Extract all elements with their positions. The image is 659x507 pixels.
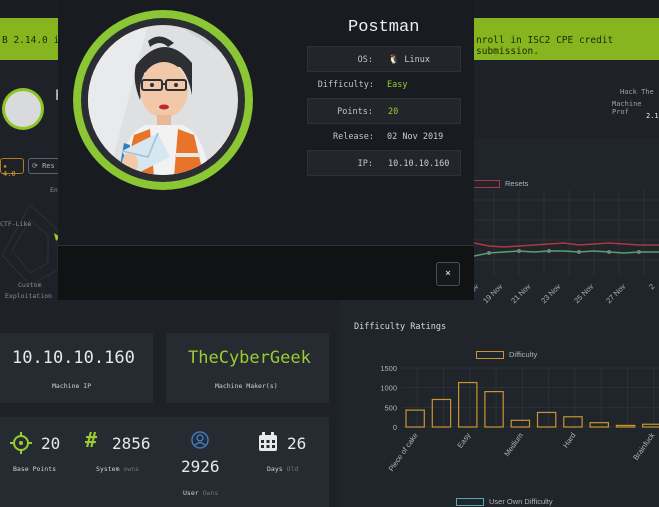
rating-badge[interactable]: ★ 4.0 bbox=[0, 158, 24, 178]
modal-title: Postman bbox=[348, 18, 420, 37]
difficulty-value: Easy bbox=[387, 80, 408, 90]
difficulty-chart-title: Difficulty Ratings bbox=[354, 322, 447, 332]
radar-label-en: En bbox=[50, 186, 58, 194]
info-row-ip: IP: 10.10.10.160 bbox=[307, 150, 461, 176]
crosshair-icon bbox=[10, 432, 32, 454]
days-old-label: Days Old bbox=[267, 465, 299, 473]
hash-icon: # bbox=[85, 428, 98, 452]
x-tick-label: Hard bbox=[561, 431, 578, 449]
close-button[interactable]: × bbox=[436, 262, 460, 286]
machine-stats-card bbox=[0, 417, 329, 507]
release-key: Release: bbox=[333, 132, 374, 142]
x-tick-label: Easy bbox=[455, 431, 472, 450]
difficulty-bar-chart: 1500 1000 500 0Piece of cake Easy Medium Hard B… bbox=[380, 364, 659, 473]
resets-line-chart bbox=[474, 190, 659, 275]
release-value: 02 Nov 2019 bbox=[387, 132, 444, 142]
info-row-os: OS: 🐧 Linux bbox=[307, 46, 461, 72]
user-icon bbox=[191, 431, 209, 449]
ip-key: IP: bbox=[357, 159, 373, 169]
difficulty-bar bbox=[536, 411, 557, 428]
difficulty-key: Difficulty: bbox=[317, 80, 374, 90]
x-tick-label: Medium bbox=[502, 431, 525, 458]
info-row-points: Points: 20 bbox=[307, 98, 461, 124]
radar-label-ctf-like: CTF-Like bbox=[0, 220, 32, 228]
machine-ip-value: 10.10.10.160 bbox=[12, 348, 135, 368]
base-points-value: 20 bbox=[41, 434, 61, 453]
reset-label: Res bbox=[42, 162, 55, 170]
banner-text-left: B 2.14.0 is bbox=[2, 35, 65, 46]
machine-avatar-small bbox=[2, 88, 44, 130]
base-points-label: Base Points bbox=[13, 465, 57, 473]
machine-avatar bbox=[73, 10, 253, 190]
reset-button[interactable]: ⟳ Res bbox=[28, 158, 60, 174]
days-old-value: 26 bbox=[287, 434, 307, 453]
x-tick-label: Piece of cake bbox=[387, 431, 420, 473]
rating-value: 4.0 bbox=[3, 170, 16, 178]
difficulty-bar bbox=[457, 381, 478, 428]
system-owns-value: 2856 bbox=[112, 434, 151, 453]
modal-divider bbox=[58, 245, 474, 246]
user-owns-value: 2926 bbox=[181, 457, 220, 476]
os-value: 🐧 Linux bbox=[388, 55, 430, 65]
difficulty-bar bbox=[642, 423, 659, 428]
system-owns-label: System owns bbox=[96, 465, 140, 473]
os-key: OS: bbox=[357, 55, 373, 65]
close-icon: × bbox=[444, 268, 452, 279]
postman-illustration bbox=[88, 25, 238, 175]
x-tick-label: Brainfuck bbox=[631, 431, 656, 462]
machine-maker-label: Machine Maker(s) bbox=[215, 382, 278, 390]
difficulty-bar bbox=[510, 419, 531, 428]
difficulty-bar bbox=[589, 422, 610, 428]
radar-label-custom: Custom bbox=[18, 281, 42, 289]
calendar-icon bbox=[259, 432, 277, 451]
machine-ip-card bbox=[0, 333, 153, 403]
y-tick-label: 1500 bbox=[380, 364, 397, 373]
difficulty-bar bbox=[431, 398, 452, 428]
ip-value: 10.10.10.160 bbox=[388, 159, 450, 169]
points-key: Points: bbox=[337, 107, 373, 117]
y-tick-label: 500 bbox=[384, 403, 397, 412]
machine-maker-value[interactable]: TheCyberGeek bbox=[188, 348, 311, 368]
difficulty-legend-label: Difficulty bbox=[509, 350, 538, 359]
radar-label-exploitation: Exploitation bbox=[5, 292, 52, 300]
radar-chart bbox=[1, 204, 60, 286]
y-tick-label: 1000 bbox=[380, 384, 397, 393]
difficulty-bar bbox=[405, 409, 425, 428]
resets-legend-swatch bbox=[472, 180, 500, 188]
machine-ip-label: Machine IP bbox=[52, 382, 92, 390]
rank-line-1: Hack The bbox=[620, 88, 654, 96]
user-own-legend-label: User Own Difficulty bbox=[489, 497, 553, 506]
banner-text-right: nroll in ISC2 CPE credit submission. bbox=[476, 35, 614, 57]
resets-legend-label: Resets bbox=[505, 179, 529, 188]
machine-info-modal: Postman OS: 🐧 Linux Difficulty: Easy Poi… bbox=[58, 0, 474, 300]
user-own-legend-swatch bbox=[456, 498, 484, 506]
info-row-difficulty: Difficulty: Easy bbox=[307, 72, 461, 98]
difficulty-legend-swatch bbox=[476, 351, 504, 359]
difficulty-bar bbox=[563, 416, 583, 428]
points-value: 20 bbox=[388, 107, 399, 117]
rank-line-3: 2.1 bbox=[646, 112, 659, 120]
info-row-release: Release: 02 Nov 2019 bbox=[307, 124, 461, 150]
difficulty-bar bbox=[484, 391, 504, 428]
user-owns-label: User Owns bbox=[183, 489, 219, 497]
machine-maker-card bbox=[166, 333, 329, 403]
difficulty-bar bbox=[615, 424, 636, 428]
linux-penguin-icon: 🐧 bbox=[388, 55, 400, 65]
y-tick-label: 0 bbox=[393, 423, 397, 432]
